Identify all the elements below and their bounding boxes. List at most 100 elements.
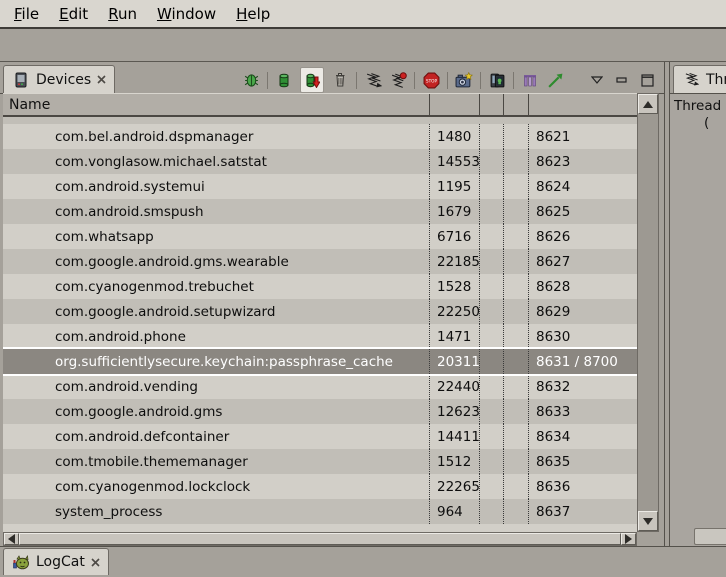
port-cell: 8621 [528,124,637,149]
pid-cell: 1528 [429,274,479,299]
svg-text:STOP: STOP [425,78,437,84]
devices-toolbar: STOP [242,71,664,93]
empty-cell [479,149,503,174]
threads-tab-icon [682,71,700,89]
debug-bug-icon[interactable] [242,71,260,89]
toolbar-separator [513,72,514,89]
process-name-cell: system_process [3,499,429,524]
scroll-down-button[interactable] [638,511,658,531]
table-row[interactable]: com.android.systemui11958624 [3,174,637,199]
table-row[interactable]: system_process9648637 [3,499,637,524]
tab-logcat[interactable]: LogCat [3,548,109,575]
empty-cell [503,149,528,174]
close-icon[interactable] [91,558,100,567]
empty-cell [479,449,503,474]
empty-cell [479,324,503,349]
logcat-tab-icon [12,553,30,571]
threads-icon[interactable] [364,71,382,89]
method-profiling-icon[interactable] [389,71,407,89]
table-row[interactable]: com.whatsapp67168626 [3,224,637,249]
scroll-up-button[interactable] [638,94,658,114]
menu-item-help[interactable]: Help [226,2,280,26]
table-row-selected[interactable]: org.sufficientlysecure.keychain:passphra… [3,349,637,374]
port-cell: 8631 / 8700 [528,349,637,374]
table-row[interactable]: com.vonglasow.michael.satstat145538623 [3,149,637,174]
table-row[interactable]: com.tmobile.thememanager15128635 [3,449,637,474]
minimize-icon[interactable] [613,71,631,89]
pid-cell: 22185 [429,249,479,274]
table-row[interactable]: com.android.defcontainer144118634 [3,424,637,449]
horizontal-scrollbar[interactable] [3,532,637,546]
pid-cell: 1471 [429,324,479,349]
process-name-cell: com.whatsapp [3,224,429,249]
table-row[interactable]: com.cyanogenmod.lockclock22265 8636 [3,474,637,499]
empty-cell [503,474,528,499]
view-menu-icon[interactable] [588,71,606,89]
process-name-cell: com.tmobile.thememanager [3,449,429,474]
table-row[interactable]: com.bel.android.dspmanager14808621 [3,124,637,149]
vertical-scrollbar-track[interactable] [638,114,658,511]
pid-cell: 20311 [429,349,479,374]
column-divider[interactable] [429,94,430,115]
menu-item-run[interactable]: Run [98,2,147,26]
table-row[interactable]: com.google.android.gms.wearable221858627 [3,249,637,274]
main-area: Devices [0,62,726,546]
pid-cell: 22265 [429,474,479,499]
tab-devices[interactable]: Devices [3,65,115,93]
tab-devices-label: Devices [36,72,91,88]
process-name-cell: com.cyanogenmod.lockclock [3,474,429,499]
system-info-icon[interactable] [546,71,564,89]
down-arrow-icon [643,518,653,525]
column-divider[interactable] [528,94,529,115]
menu-item-window[interactable]: Window [147,2,226,26]
column-divider[interactable] [479,94,480,115]
port-cell: 8629 [528,299,637,324]
phone-device-icon[interactable] [488,71,506,89]
table-row[interactable]: com.cyanogenmod.trebuchet15288628 [3,274,637,299]
port-cell: 8636 [528,474,637,499]
screenshot-camera-icon[interactable] [455,71,473,89]
table-row[interactable]: com.google.android.gms126238633 [3,399,637,424]
pid-cell: 22250 [429,299,479,324]
scroll-right-button[interactable] [621,533,636,545]
maximize-icon[interactable] [638,71,656,89]
table-row-partial[interactable] [3,117,637,124]
menu-item-edit[interactable]: Edit [49,2,98,26]
process-name-cell: com.google.android.setupwizard [3,299,429,324]
port-cell: 8630 [528,324,637,349]
threads-view: Threads Thread up ( [670,62,726,546]
horizontal-scrollbar-thumb[interactable] [19,533,621,545]
empty-cell [503,249,528,274]
port-cell: 8627 [528,249,637,274]
devices-tabbar: Devices [0,62,664,94]
empty-cell [479,424,503,449]
port-cell: 8632 [528,374,637,399]
table-row[interactable]: com.android.vending224408632 [3,374,637,399]
column-divider[interactable] [503,94,504,115]
close-icon[interactable] [97,75,106,84]
table-row[interactable]: com.google.android.setupwizard22250 8629 [3,299,637,324]
menu-item-file[interactable]: File [4,2,49,26]
table-row[interactable]: com.android.smspush16798625 [3,199,637,224]
column-header-name[interactable]: Name [9,97,50,113]
empty-cell [479,399,503,424]
table-row[interactable]: com.android.phone14718630 [3,324,637,349]
toolbar-separator [480,72,481,89]
empty-cell [503,349,528,374]
process-name-cell: com.bel.android.dspmanager [3,124,429,149]
hierarchy-view-icon[interactable] [521,71,539,89]
tab-threads[interactable]: Threads [673,65,726,93]
up-arrow-icon [643,101,653,108]
left-arrow-icon [8,534,15,544]
vertical-scrollbar[interactable] [637,93,659,532]
table-header: Name [3,93,637,117]
scroll-left-button[interactable] [4,533,19,545]
threads-horizontal-scrollbar[interactable] [694,528,726,545]
ddms-window: FileEditRunWindowHelp Devices [0,0,726,577]
stop-icon[interactable]: STOP [422,71,440,89]
empty-cell [479,374,503,399]
heap-dump-icon[interactable] [300,67,324,93]
heap-icon[interactable] [275,71,293,89]
gc-trash-icon[interactable] [331,71,349,89]
process-name-cell: com.cyanogenmod.trebuchet [3,274,429,299]
